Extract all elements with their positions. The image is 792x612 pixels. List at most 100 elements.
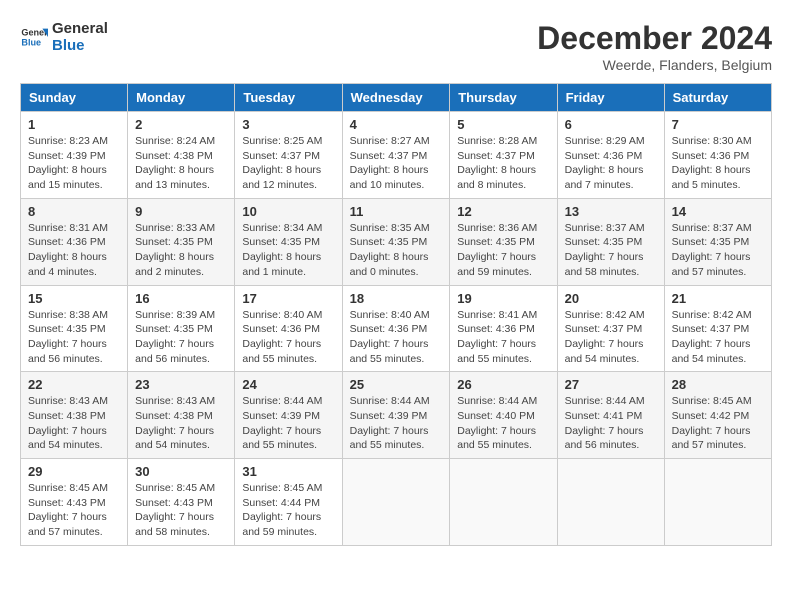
day-details: Sunrise: 8:29 AMSunset: 4:36 PMDaylight:… [565,134,657,193]
day-details: Sunrise: 8:31 AMSunset: 4:36 PMDaylight:… [28,221,120,280]
day-details: Sunrise: 8:39 AMSunset: 4:35 PMDaylight:… [135,308,227,367]
day-details: Sunrise: 8:27 AMSunset: 4:37 PMDaylight:… [350,134,443,193]
day-number: 10 [242,204,334,219]
calendar-cell: 11Sunrise: 8:35 AMSunset: 4:35 PMDayligh… [342,198,450,285]
day-number: 16 [135,291,227,306]
day-number: 18 [350,291,443,306]
day-details: Sunrise: 8:34 AMSunset: 4:35 PMDaylight:… [242,221,334,280]
day-number: 17 [242,291,334,306]
day-details: Sunrise: 8:28 AMSunset: 4:37 PMDaylight:… [457,134,549,193]
day-number: 1 [28,117,120,132]
title-area: December 2024 Weerde, Flanders, Belgium [537,20,772,73]
day-details: Sunrise: 8:42 AMSunset: 4:37 PMDaylight:… [565,308,657,367]
day-number: 21 [672,291,764,306]
calendar-cell: 2 Sunrise: 8:24 AMSunset: 4:38 PMDaylight… [128,112,235,199]
day-number: 13 [565,204,657,219]
day-details: Sunrise: 8:42 AMSunset: 4:37 PMDaylight:… [672,308,764,367]
day-details: Sunrise: 8:43 AMSunset: 4:38 PMDaylight:… [135,394,227,453]
calendar-body: 1Sunrise: 8:23 AMSunset: 4:39 PMDaylight… [21,112,772,546]
day-details: Sunrise: 8:45 AMSunset: 4:43 PMDaylight:… [28,481,120,540]
calendar-cell: 23 Sunrise: 8:43 AMSunset: 4:38 PMDayligh… [128,372,235,459]
day-number: 30 [135,464,227,479]
day-details: Sunrise: 8:37 AMSunset: 4:35 PMDaylight:… [672,221,764,280]
calendar-cell: 5 Sunrise: 8:28 AMSunset: 4:37 PMDaylight… [450,112,557,199]
week-row-3: 15 Sunrise: 8:38 AMSunset: 4:35 PMDayligh… [21,285,772,372]
day-header-thursday: Thursday [450,84,557,112]
day-details: Sunrise: 8:37 AMSunset: 4:35 PMDaylight:… [565,221,657,280]
calendar-cell: 8 Sunrise: 8:31 AMSunset: 4:36 PMDaylight… [21,198,128,285]
subtitle: Weerde, Flanders, Belgium [537,57,772,73]
calendar-cell: 12 Sunrise: 8:36 AMSunset: 4:35 PMDayligh… [450,198,557,285]
day-number: 29 [28,464,120,479]
calendar-cell: 6 Sunrise: 8:29 AMSunset: 4:36 PMDaylight… [557,112,664,199]
calendar-cell [557,459,664,546]
day-number: 2 [135,117,227,132]
svg-text:Blue: Blue [21,37,41,47]
day-details: Sunrise: 8:25 AMSunset: 4:37 PMDaylight:… [242,134,334,193]
week-row-1: 1Sunrise: 8:23 AMSunset: 4:39 PMDaylight… [21,112,772,199]
calendar-cell: 27Sunrise: 8:44 AMSunset: 4:41 PMDayligh… [557,372,664,459]
day-number: 3 [242,117,334,132]
calendar-cell: 20 Sunrise: 8:42 AMSunset: 4:37 PMDayligh… [557,285,664,372]
day-number: 15 [28,291,120,306]
day-details: Sunrise: 8:44 AMSunset: 4:39 PMDaylight:… [350,394,443,453]
calendar-cell: 1Sunrise: 8:23 AMSunset: 4:39 PMDaylight… [21,112,128,199]
day-number: 5 [457,117,549,132]
calendar-cell: 29 Sunrise: 8:45 AMSunset: 4:43 PMDayligh… [21,459,128,546]
calendar-table: SundayMondayTuesdayWednesdayThursdayFrid… [20,83,772,546]
logo: General Blue General Blue [20,20,108,54]
day-header-sunday: Sunday [21,84,128,112]
day-number: 6 [565,117,657,132]
day-details: Sunrise: 8:45 AMSunset: 4:42 PMDaylight:… [672,394,764,453]
day-details: Sunrise: 8:44 AMSunset: 4:41 PMDaylight:… [565,394,657,453]
logo-line2: Blue [52,37,108,54]
day-details: Sunrise: 8:38 AMSunset: 4:35 PMDaylight:… [28,308,120,367]
day-details: Sunrise: 8:24 AMSunset: 4:38 PMDaylight:… [135,134,227,193]
day-details: Sunrise: 8:40 AMSunset: 4:36 PMDaylight:… [242,308,334,367]
main-title: December 2024 [537,20,772,57]
day-details: Sunrise: 8:36 AMSunset: 4:35 PMDaylight:… [457,221,549,280]
day-details: Sunrise: 8:43 AMSunset: 4:38 PMDaylight:… [28,394,120,453]
calendar-cell: 17 Sunrise: 8:40 AMSunset: 4:36 PMDayligh… [235,285,342,372]
day-number: 26 [457,377,549,392]
day-number: 7 [672,117,764,132]
day-number: 22 [28,377,120,392]
calendar-cell [450,459,557,546]
logo-line1: General [52,20,108,37]
calendar-cell [664,459,771,546]
day-number: 20 [565,291,657,306]
day-number: 31 [242,464,334,479]
day-header-wednesday: Wednesday [342,84,450,112]
calendar-cell: 10 Sunrise: 8:34 AMSunset: 4:35 PMDayligh… [235,198,342,285]
day-header-friday: Friday [557,84,664,112]
calendar-cell: 9Sunrise: 8:33 AMSunset: 4:35 PMDaylight… [128,198,235,285]
day-header-tuesday: Tuesday [235,84,342,112]
calendar-header-row: SundayMondayTuesdayWednesdayThursdayFrid… [21,84,772,112]
day-details: Sunrise: 8:33 AMSunset: 4:35 PMDaylight:… [135,221,227,280]
day-number: 8 [28,204,120,219]
day-number: 14 [672,204,764,219]
day-details: Sunrise: 8:44 AMSunset: 4:40 PMDaylight:… [457,394,549,453]
calendar-cell: 21 Sunrise: 8:42 AMSunset: 4:37 PMDayligh… [664,285,771,372]
day-header-saturday: Saturday [664,84,771,112]
day-number: 24 [242,377,334,392]
day-details: Sunrise: 8:44 AMSunset: 4:39 PMDaylight:… [242,394,334,453]
day-number: 11 [350,204,443,219]
calendar-cell: 28Sunrise: 8:45 AMSunset: 4:42 PMDayligh… [664,372,771,459]
calendar-cell: 13 Sunrise: 8:37 AMSunset: 4:35 PMDayligh… [557,198,664,285]
day-number: 12 [457,204,549,219]
calendar-cell: 16 Sunrise: 8:39 AMSunset: 4:35 PMDayligh… [128,285,235,372]
day-number: 23 [135,377,227,392]
calendar-cell: 24 Sunrise: 8:44 AMSunset: 4:39 PMDayligh… [235,372,342,459]
calendar-cell: 26 Sunrise: 8:44 AMSunset: 4:40 PMDayligh… [450,372,557,459]
day-number: 4 [350,117,443,132]
calendar-cell [342,459,450,546]
calendar-cell: 30Sunrise: 8:45 AMSunset: 4:43 PMDayligh… [128,459,235,546]
week-row-4: 22 Sunrise: 8:43 AMSunset: 4:38 PMDayligh… [21,372,772,459]
calendar-cell: 7Sunrise: 8:30 AMSunset: 4:36 PMDaylight… [664,112,771,199]
calendar-cell: 4 Sunrise: 8:27 AMSunset: 4:37 PMDaylight… [342,112,450,199]
logo-icon: General Blue [20,23,48,51]
calendar-cell: 19Sunrise: 8:41 AMSunset: 4:36 PMDayligh… [450,285,557,372]
calendar-cell: 22 Sunrise: 8:43 AMSunset: 4:38 PMDayligh… [21,372,128,459]
calendar-cell: 14 Sunrise: 8:37 AMSunset: 4:35 PMDayligh… [664,198,771,285]
